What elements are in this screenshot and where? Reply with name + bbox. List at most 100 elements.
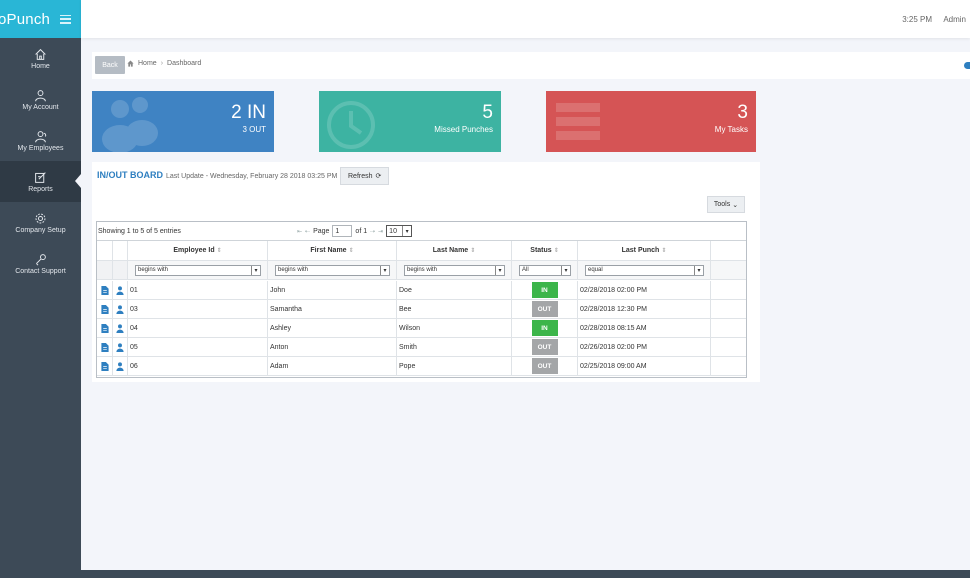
cell-last-name: Doe bbox=[397, 281, 512, 300]
table-row[interactable]: 05 Anton Smith OUT 02/26/2018 02:00 PM bbox=[97, 338, 746, 357]
row-person-cell[interactable] bbox=[113, 357, 128, 376]
cell-last-name: Bee bbox=[397, 300, 512, 319]
header-label: Last Punch bbox=[621, 247, 660, 254]
row-document-cell[interactable] bbox=[97, 281, 113, 300]
page-input[interactable]: 1 bbox=[332, 225, 353, 237]
tile-in-out[interactable]: 2 IN 3 OUT bbox=[92, 91, 274, 152]
back-button[interactable]: Back bbox=[95, 56, 125, 74]
tile-tasks-count: 3 bbox=[737, 102, 748, 123]
document-icon bbox=[100, 361, 109, 371]
gear-icon bbox=[35, 213, 46, 223]
nav-my-account[interactable]: My Account bbox=[0, 79, 81, 120]
filter-blank bbox=[97, 261, 113, 280]
document-icon bbox=[100, 304, 109, 314]
chevron-down-icon: ▾ bbox=[380, 265, 389, 275]
nav-reports-label: Reports bbox=[28, 185, 53, 193]
refresh-button[interactable]: Refresh ⟳ bbox=[340, 167, 390, 185]
row-document-cell[interactable] bbox=[97, 338, 113, 357]
cell-last-punch: 02/28/2018 02:00 PM bbox=[578, 281, 711, 300]
user-icon bbox=[35, 89, 46, 101]
table-row[interactable]: 01 John Doe IN 02/28/2018 02:00 PM bbox=[97, 281, 746, 300]
nav-reports[interactable]: Reports bbox=[0, 161, 81, 202]
cell-last-name: Pope bbox=[397, 357, 512, 376]
header-label: Employee Id bbox=[173, 247, 215, 254]
row-document-cell[interactable] bbox=[97, 319, 113, 338]
tile-in-count: 2 IN bbox=[231, 102, 266, 123]
document-icon bbox=[100, 342, 109, 352]
document-icon bbox=[100, 285, 109, 295]
row-person-cell[interactable] bbox=[113, 319, 128, 338]
info-icon[interactable] bbox=[964, 62, 970, 69]
nav-contact-support[interactable]: Contact Support bbox=[0, 243, 81, 284]
tile-my-tasks[interactable]: 3 My Tasks bbox=[546, 91, 756, 152]
table-row[interactable]: 06 Adam Pope OUT 02/25/2018 09:00 AM bbox=[97, 357, 746, 376]
pager-controls: ⇤ ⇠ Page 1 of 1 ⇢ ⇥ 10 ▾ bbox=[297, 225, 413, 237]
nav-my-employees-label: My Employees bbox=[17, 144, 64, 152]
last-page-icon[interactable]: ⇥ bbox=[378, 228, 383, 235]
chevron-down-icon: ▾ bbox=[251, 265, 260, 275]
breadcrumb-bar: Back Home › Dashboard bbox=[92, 52, 970, 79]
table-row[interactable]: 04 Ashley Wilson IN 02/28/2018 08:15 AM bbox=[97, 319, 746, 338]
tile-missed-punches[interactable]: 5 Missed Punches bbox=[319, 91, 501, 152]
header-employee-id[interactable]: Employee Id ⇕ bbox=[128, 241, 268, 261]
nav-company-setup-label: Company Setup bbox=[15, 226, 66, 234]
app-logo: oPunch bbox=[0, 10, 51, 28]
cell-first-name: Ashley bbox=[268, 319, 397, 338]
header-last-punch[interactable]: Last Punch ⇕ bbox=[578, 241, 711, 261]
prev-page-icon[interactable]: ⇠ bbox=[305, 228, 310, 235]
next-page-icon[interactable]: ⇢ bbox=[370, 228, 375, 235]
people-icon bbox=[102, 97, 158, 152]
row-person-cell[interactable] bbox=[113, 281, 128, 300]
cell-status: OUT bbox=[512, 338, 578, 357]
header-blank bbox=[711, 241, 746, 261]
row-document-cell[interactable] bbox=[97, 357, 113, 376]
person-icon bbox=[116, 285, 124, 295]
cell-blank bbox=[711, 357, 746, 376]
filter-select[interactable]: begins with ▾ bbox=[275, 264, 390, 276]
status-badge: OUT bbox=[531, 301, 558, 317]
sort-icon: ⇕ bbox=[216, 248, 222, 254]
document-icon bbox=[100, 323, 109, 333]
pager: Showing 1 to 5 of 5 entries ⇤ ⇠ Page 1 o… bbox=[97, 222, 746, 241]
filter-select[interactable]: begins with ▾ bbox=[404, 264, 505, 276]
chevron-down-icon: ▾ bbox=[561, 265, 570, 275]
sidebar: oPunch Home My Account My Employees Repo… bbox=[0, 0, 81, 578]
header-first-name[interactable]: First Name ⇕ bbox=[268, 241, 397, 261]
row-person-cell[interactable] bbox=[113, 300, 128, 319]
tools-button[interactable]: Tools ⌄ bbox=[707, 196, 745, 213]
nav-my-employees[interactable]: My Employees bbox=[0, 120, 81, 161]
person-icon bbox=[116, 304, 124, 314]
status-badge: IN bbox=[531, 320, 558, 336]
tile-tasks-label: My Tasks bbox=[714, 125, 748, 134]
cell-blank bbox=[711, 300, 746, 319]
breadcrumb-home[interactable]: Home bbox=[138, 60, 157, 67]
cell-status: OUT bbox=[512, 300, 578, 319]
row-document-cell[interactable] bbox=[97, 300, 113, 319]
filter-row: begins with ▾ begins with ▾ begins with ▾ A… bbox=[97, 261, 746, 280]
cell-first-name: Samantha bbox=[268, 300, 397, 319]
cell-employee-id: 03 bbox=[128, 300, 268, 319]
filter-blank bbox=[113, 261, 128, 280]
chevron-right-icon: › bbox=[160, 60, 164, 67]
home-icon bbox=[127, 60, 134, 67]
user-menu[interactable]: Admin bbox=[943, 15, 966, 24]
row-person-cell[interactable] bbox=[113, 338, 128, 357]
page-size-select[interactable]: 10 ▾ bbox=[386, 225, 413, 237]
cell-first-name: John bbox=[268, 281, 397, 300]
header-last-name[interactable]: Last Name ⇕ bbox=[397, 241, 512, 261]
reports-icon bbox=[35, 171, 46, 183]
filter-employee-id: begins with ▾ bbox=[128, 261, 268, 280]
header-status[interactable]: Status ⇕ bbox=[512, 241, 578, 261]
filter-select[interactable]: All ▾ bbox=[519, 264, 571, 276]
nav-home[interactable]: Home bbox=[0, 38, 81, 79]
cell-blank bbox=[711, 338, 746, 357]
filter-select[interactable]: equal ▾ bbox=[585, 264, 704, 276]
first-page-icon[interactable]: ⇤ bbox=[297, 228, 302, 235]
nav-company-setup[interactable]: Company Setup bbox=[0, 202, 81, 243]
filter-select[interactable]: begins with ▾ bbox=[135, 264, 261, 276]
page-of-label: of 1 bbox=[355, 227, 368, 235]
table-row[interactable]: 03 Samantha Bee OUT 02/28/2018 12:30 PM bbox=[97, 300, 746, 319]
hamburger-menu-icon[interactable] bbox=[60, 14, 71, 24]
header-label: Last Name bbox=[432, 247, 469, 254]
cell-employee-id: 04 bbox=[128, 319, 268, 338]
